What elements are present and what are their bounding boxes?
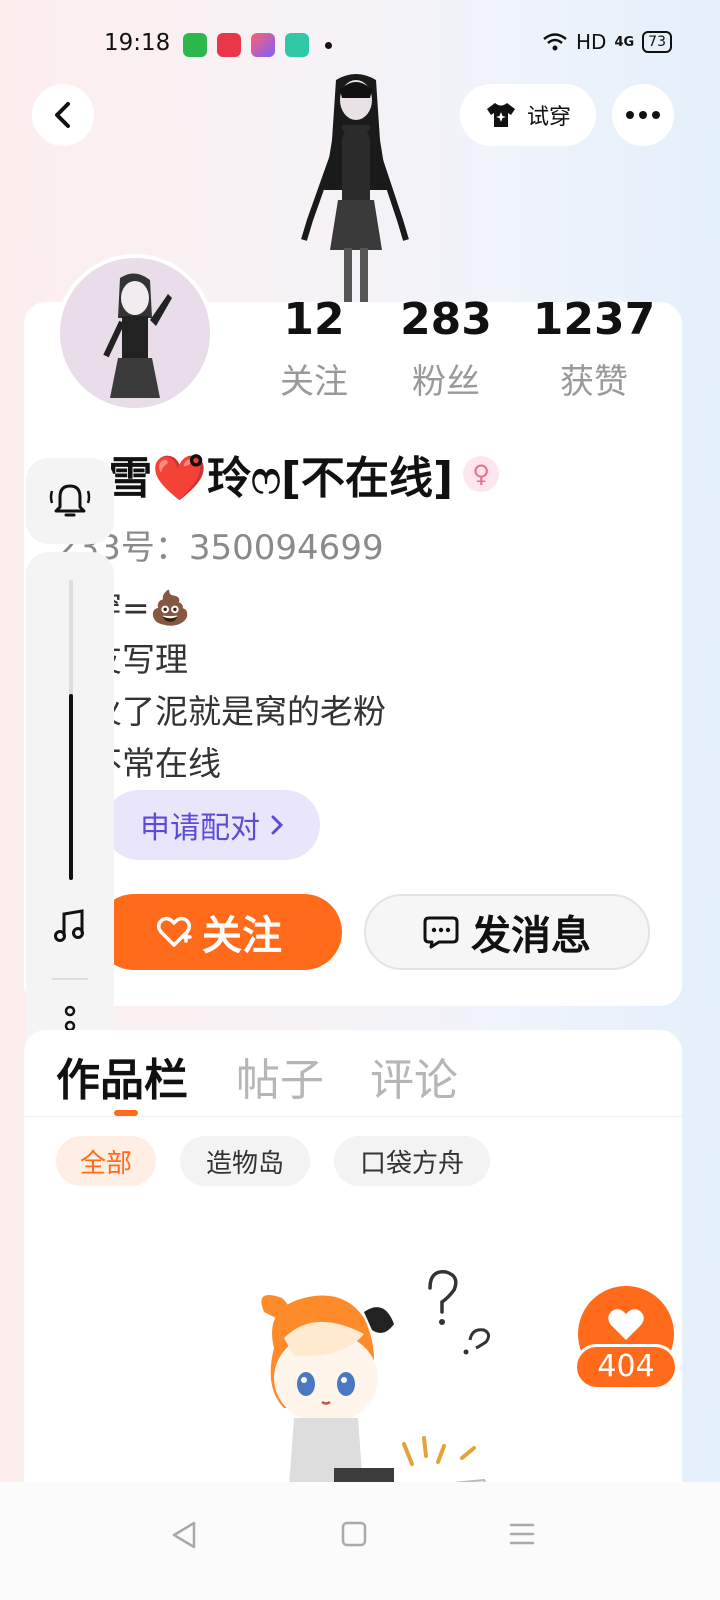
hd-indicator: HD (576, 30, 607, 54)
send-message-button[interactable]: 发消息 (364, 894, 650, 970)
heart-plus-icon (157, 916, 192, 947)
following-stat[interactable]: 12 关注 (244, 292, 384, 403)
signal-icon: 4G (614, 34, 635, 50)
request-pair-button[interactable]: 申请配对 (104, 790, 320, 860)
likes-stat[interactable]: 1237 获赞 (524, 292, 664, 403)
tshirt-icon (486, 103, 515, 127)
request-pair-label: 申请配对 (140, 811, 260, 846)
avatar-3d-figure[interactable] (296, 70, 416, 302)
try-on-button[interactable]: 试穿 (460, 84, 596, 146)
camera-app-icon (285, 33, 309, 57)
works-card: 作品栏 帖子 评论 全部 造物岛 口袋方舟 (24, 1030, 682, 1500)
status-indicators: HD 4G 73 (542, 30, 672, 54)
tab-divider (24, 1116, 682, 1117)
heart-icon (608, 1309, 644, 1340)
following-label: 关注 (280, 362, 348, 402)
floating-side-panel (26, 458, 114, 1062)
volume-slider-fill (69, 694, 73, 880)
battery-icon: 73 (642, 31, 672, 53)
empty-state-mascot (261, 1270, 496, 1500)
following-count: 12 (283, 294, 345, 345)
tab-works[interactable]: 作品栏 (56, 1044, 188, 1108)
side-panel-divider (52, 978, 88, 980)
tab-posts[interactable]: 帖子 (236, 1044, 324, 1108)
nav-menu-icon[interactable] (508, 1520, 536, 1548)
like-button[interactable]: 404 (574, 1286, 678, 1402)
nav-back-icon[interactable] (170, 1520, 198, 1550)
fans-count: 283 (400, 294, 492, 345)
fans-stat[interactable]: 283 粉丝 (376, 292, 516, 403)
shortcut-app-icon (251, 33, 275, 57)
music-note-icon[interactable] (52, 908, 88, 944)
like-count: 404 (574, 1344, 678, 1390)
nav-home-icon[interactable] (340, 1520, 368, 1548)
follow-button[interactable]: 关注 (96, 894, 342, 970)
fans-label: 粉丝 (412, 362, 480, 402)
more-options-button[interactable] (612, 84, 674, 146)
filter-creation-island[interactable]: 造物岛 (180, 1136, 310, 1186)
system-navigation-bar (0, 1482, 720, 1600)
wifi-icon (543, 33, 567, 51)
avatar-image (60, 258, 210, 408)
volume-slider[interactable] (69, 580, 73, 880)
status-time: 19:18 (104, 30, 171, 56)
username-row: ✨ 雪❤️̊̊玲ෆ[不在线] ♀ (66, 442, 500, 506)
likes-label: 获赞 (560, 362, 628, 402)
tab-comments[interactable]: 评论 (370, 1044, 458, 1108)
filter-pocket-ark[interactable]: 口袋方舟 (334, 1136, 490, 1186)
filter-all[interactable]: 全部 (56, 1136, 156, 1186)
message-bubble-icon (423, 916, 459, 949)
back-button[interactable] (32, 84, 94, 146)
notification-icons (183, 33, 332, 57)
female-gender-icon: ♀ (463, 456, 500, 492)
follow-label: 关注 (202, 913, 282, 959)
profile-avatar[interactable] (56, 254, 214, 412)
ellipsis-icon (626, 111, 660, 119)
send-message-label: 发消息 (471, 913, 591, 959)
chevron-left-icon (55, 102, 70, 128)
bell-icon (49, 484, 91, 517)
username: 雪❤️̊̊玲ෆ[不在线] (108, 453, 454, 504)
iqiyi-app-icon (183, 33, 207, 57)
try-on-label: 试穿 (526, 105, 571, 130)
volume-panel (26, 552, 114, 1062)
more-notifications-icon (325, 41, 332, 49)
chevron-right-icon (271, 815, 284, 835)
notification-toggle[interactable] (26, 458, 114, 544)
likes-count: 1237 (532, 294, 656, 345)
video-app-icon (217, 33, 241, 57)
